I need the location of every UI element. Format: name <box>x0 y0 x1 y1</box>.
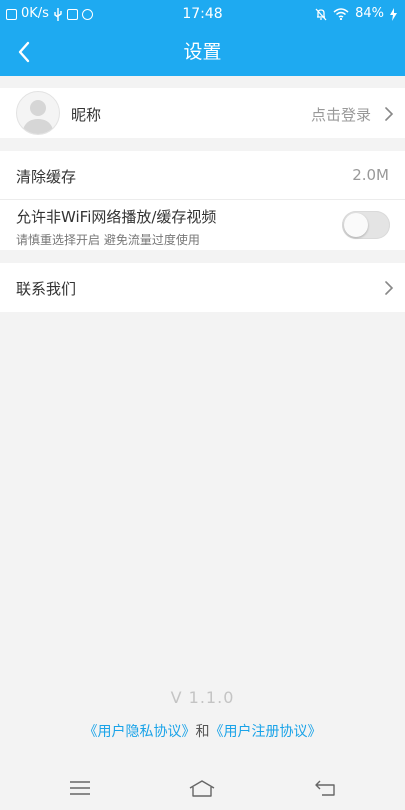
return-button[interactable] <box>310 774 340 802</box>
clear-cache-label: 清除缓存 <box>16 168 77 186</box>
battery-level: 84% <box>355 6 384 21</box>
home-button[interactable] <box>187 774 217 802</box>
wifi-playback-toggle[interactable] <box>342 211 390 239</box>
menu-button[interactable] <box>65 774 95 802</box>
system-nav-bar <box>0 766 405 810</box>
agreement-conjunction: 和 <box>195 724 210 740</box>
status-right: 84% <box>315 0 397 28</box>
wifi-playback-hint: 请慎重选择开启 避免流量过度使用 <box>16 233 200 247</box>
page-title: 设置 <box>183 41 222 63</box>
agreements-line: 《用户隐私协议》和《用户注册协议》 <box>0 721 405 741</box>
login-prompt[interactable]: 点击登录 <box>311 104 371 125</box>
return-icon <box>315 780 335 796</box>
privacy-agreement-link[interactable]: 《用户隐私协议》 <box>84 724 196 740</box>
charging-icon <box>390 7 397 21</box>
status-bar: 0K/s 17:48 84% <box>0 0 405 28</box>
header: 设置 <box>0 28 405 76</box>
top-bar: 0K/s 17:48 84% 设置 <box>0 0 405 76</box>
home-icon <box>189 780 215 797</box>
mute-bell-icon <box>315 8 327 20</box>
wifi-playback-label: 允许非WiFi网络播放/缓存视频 <box>16 208 217 226</box>
wifi-icon <box>333 8 349 20</box>
nickname-label: 昵称 <box>71 106 102 124</box>
cache-size: 2.0M <box>352 166 389 184</box>
chevron-right-icon <box>385 107 394 121</box>
toggle-knob <box>344 213 368 237</box>
avatar[interactable] <box>16 91 60 135</box>
contact-us-label: 联系我们 <box>16 280 77 298</box>
register-agreement-link[interactable]: 《用户注册协议》 <box>210 724 322 740</box>
user-silhouette-icon <box>22 100 54 134</box>
settings-page: 0K/s 17:48 84% 设置 昵称 点击登录 清除缓存 2.0M 允许非W… <box>0 0 405 810</box>
menu-icon <box>70 781 90 795</box>
chevron-right-icon <box>385 281 394 295</box>
app-version: V 1.1.0 <box>170 688 235 707</box>
